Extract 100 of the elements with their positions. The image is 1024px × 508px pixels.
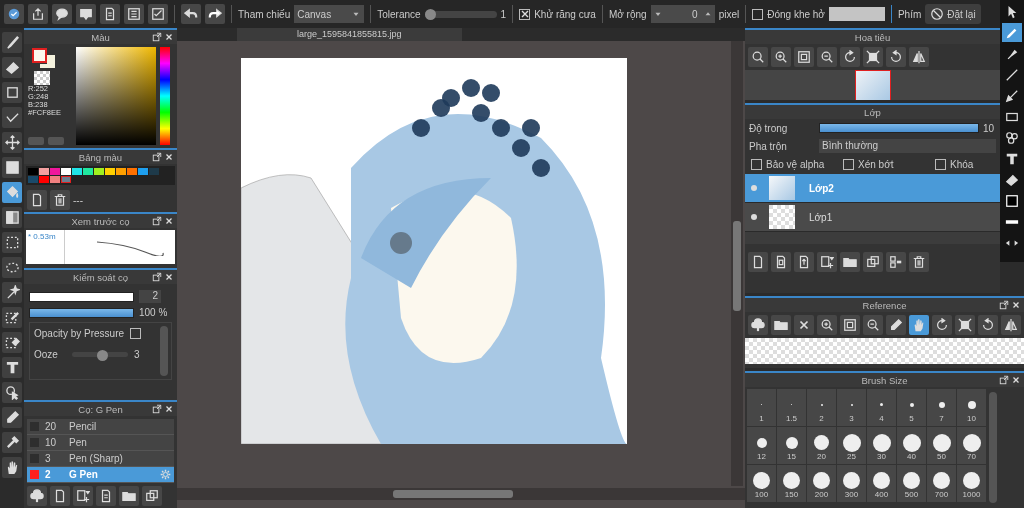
cloud-upload-button[interactable] <box>27 486 47 506</box>
polyline-tool[interactable] <box>2 107 22 128</box>
duplicate-button[interactable] <box>863 252 883 272</box>
checkbox[interactable] <box>751 159 762 170</box>
background-color-swatch[interactable] <box>40 55 55 68</box>
brush-item[interactable]: 10 Pen <box>27 435 174 451</box>
list-button[interactable] <box>124 4 144 24</box>
flip-button[interactable] <box>1001 315 1021 335</box>
reference-dropdown[interactable]: Canvas <box>294 5 365 23</box>
add-layer-button[interactable] <box>73 486 93 506</box>
merge-button[interactable] <box>886 252 906 272</box>
color-swatch[interactable] <box>50 176 60 183</box>
color-swatch[interactable] <box>149 168 159 175</box>
document-button[interactable] <box>100 4 120 24</box>
scrollbar-thumb[interactable] <box>733 221 741 311</box>
page-button[interactable] <box>50 486 70 506</box>
brush-size-slider[interactable] <box>30 292 133 301</box>
color-swatch[interactable] <box>116 168 126 175</box>
brush-item[interactable]: 20 Pencil <box>27 419 174 435</box>
fit-screen-button[interactable] <box>840 315 860 335</box>
zoom-out-button[interactable] <box>863 315 883 335</box>
text-tool-tool[interactable] <box>2 357 22 378</box>
checkbox[interactable] <box>752 8 764 20</box>
foreground-color-swatch[interactable] <box>32 48 47 63</box>
frame-button[interactable] <box>955 315 975 335</box>
add-layer-button[interactable] <box>817 252 837 272</box>
checkbox[interactable] <box>130 328 142 339</box>
color-swatch[interactable] <box>28 168 38 175</box>
brush-size-option[interactable]: 7 <box>927 389 956 426</box>
selection-eraser-tool[interactable] <box>2 332 22 353</box>
trash-button[interactable] <box>50 190 70 210</box>
zoom-in-button[interactable] <box>817 315 837 335</box>
brush-size-option[interactable]: 1.5 <box>777 389 806 426</box>
brush-size-option[interactable]: 50 <box>927 427 956 464</box>
slider-thumb[interactable] <box>97 350 109 361</box>
frame-button[interactable] <box>863 47 883 67</box>
magic-wand-tool[interactable] <box>2 282 22 303</box>
visibility-dot[interactable] <box>751 214 757 220</box>
color-swatch[interactable] <box>61 168 71 175</box>
brush-size-option[interactable]: 70 <box>957 427 986 464</box>
expand-spinner[interactable]: 0 <box>650 5 715 23</box>
color-swatch[interactable] <box>39 176 49 183</box>
tolerance-slider[interactable] <box>424 10 497 18</box>
transparent-swatch[interactable] <box>34 71 50 85</box>
page-import-button[interactable] <box>794 252 814 272</box>
brush-size-option[interactable]: 3 <box>837 389 866 426</box>
brush-size-option[interactable]: 300 <box>837 465 866 502</box>
checkbox[interactable] <box>519 8 531 20</box>
page-button[interactable] <box>27 190 47 210</box>
brush-size-option[interactable]: 20 <box>807 427 836 464</box>
gap-field[interactable] <box>828 7 885 21</box>
flip-button[interactable] <box>909 47 929 67</box>
brush-size-option[interactable]: 4 <box>867 389 896 426</box>
brush-size-option[interactable]: 40 <box>897 427 926 464</box>
folder-button[interactable] <box>840 252 860 272</box>
checklist-button[interactable] <box>148 4 168 24</box>
pen-nib-button[interactable] <box>886 315 906 335</box>
magnifier-button[interactable] <box>748 47 768 67</box>
duplicate-button[interactable] <box>142 486 162 506</box>
brush-size-field[interactable]: 2 <box>139 290 161 303</box>
pen-nib-tool[interactable] <box>2 407 22 428</box>
brush-tool[interactable] <box>2 32 22 53</box>
layer-row[interactable]: Lớp1 <box>745 203 1000 232</box>
layer-opacity-slider[interactable] <box>820 124 978 132</box>
eyedropper-tool[interactable] <box>2 432 22 453</box>
color-picker-square[interactable] <box>76 47 156 145</box>
redo-button[interactable] <box>205 4 225 24</box>
color-swatch[interactable] <box>127 168 137 175</box>
square-tool[interactable] <box>2 82 22 103</box>
gradient-tool[interactable] <box>2 207 22 228</box>
brush-size-option[interactable]: 5 <box>897 389 926 426</box>
scrollbar[interactable] <box>989 392 997 503</box>
pointer-tool[interactable] <box>2 382 22 403</box>
cloud-upload-button[interactable] <box>748 315 768 335</box>
zoom-out-button[interactable] <box>817 47 837 67</box>
scrollbar[interactable] <box>160 326 168 376</box>
hand-tool[interactable] <box>2 457 22 478</box>
brush-size-option[interactable]: 10 <box>957 389 986 426</box>
brush-size-option[interactable]: 150 <box>777 465 806 502</box>
document-button[interactable] <box>96 486 116 506</box>
brush-size-option[interactable]: 15 <box>777 427 806 464</box>
brush-size-option[interactable]: 500 <box>897 465 926 502</box>
slider-thumb[interactable] <box>424 8 436 20</box>
folder-button[interactable] <box>771 315 791 335</box>
color-swatch[interactable] <box>138 168 148 175</box>
close-button[interactable] <box>794 315 814 335</box>
color-swatch[interactable] <box>28 176 38 183</box>
brush-size-option[interactable]: 1000 <box>957 465 986 502</box>
brush-size-option[interactable]: 30 <box>867 427 896 464</box>
scrollbar-thumb[interactable] <box>393 490 513 498</box>
selection-pen-tool[interactable] <box>2 307 22 328</box>
page-copy-button[interactable] <box>771 252 791 272</box>
visibility-dot[interactable] <box>751 185 757 191</box>
color-swatch[interactable] <box>61 176 71 183</box>
check-circle-button[interactable] <box>4 4 24 24</box>
brush-size-option[interactable]: 100 <box>747 465 776 502</box>
opacity-slider[interactable] <box>30 308 133 317</box>
color-swatch[interactable] <box>39 168 49 175</box>
page-button[interactable] <box>748 252 768 272</box>
checkbox[interactable] <box>843 159 854 170</box>
